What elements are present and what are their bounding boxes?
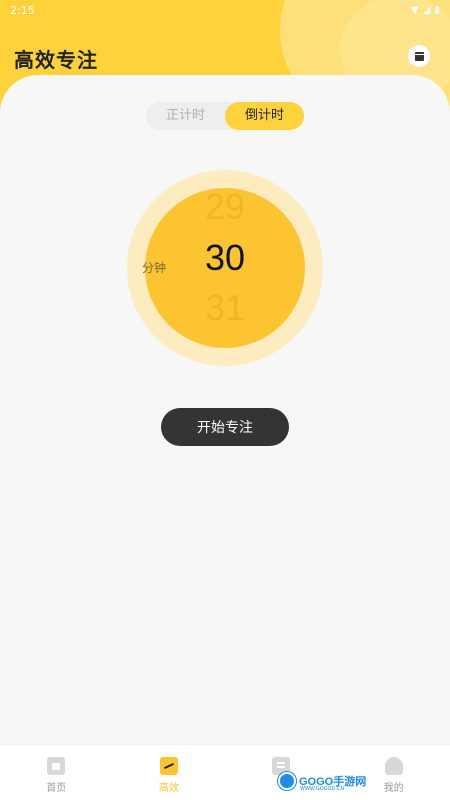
watermark: GOGO手游网 WWW.GOGOD.CN <box>278 770 366 792</box>
tab-efficiency-label: 高效 <box>158 783 179 794</box>
tab-count-up[interactable]: 正计时 <box>146 102 225 130</box>
battery-icon: ▮ <box>434 4 440 16</box>
wifi-icon: ▼ <box>411 4 419 16</box>
main-card: 正计时 倒计时 29 30 31 分钟 开始专注 <box>0 75 450 745</box>
tab-home-label: 首页 <box>46 783 67 794</box>
mode-toggle: 正计时 倒计时 <box>146 102 304 130</box>
page-title: 高效专注 <box>14 48 98 72</box>
minute-previous: 29 <box>204 186 246 227</box>
chat-button[interactable] <box>408 45 430 67</box>
tab-efficiency[interactable]: 高效 <box>113 745 226 800</box>
timer-dial[interactable]: 29 30 31 <box>145 186 305 348</box>
start-focus-button[interactable]: 开始专注 <box>161 408 289 446</box>
watermark-logo-icon <box>278 772 296 790</box>
chart-icon <box>159 757 178 775</box>
bottom-nav: 首页 高效 我的 <box>0 744 450 800</box>
minute-next: 31 <box>204 287 246 328</box>
status-bar: 2:15 ▼ ◢ ▮ <box>0 0 450 20</box>
minute-unit: 分钟 <box>142 261 167 275</box>
tab-profile-label: 我的 <box>383 783 404 794</box>
tab-home[interactable]: 首页 <box>0 745 113 800</box>
status-time: 2:15 <box>10 3 35 17</box>
watermark-url: WWW.GOGOD.CN <box>300 786 345 792</box>
home-icon <box>47 757 66 775</box>
message-icon <box>414 51 424 61</box>
signal-icon: ◢ <box>422 4 431 16</box>
minute-current: 30 <box>204 237 246 278</box>
user-icon <box>384 757 403 775</box>
tab-countdown[interactable]: 倒计时 <box>225 102 304 130</box>
